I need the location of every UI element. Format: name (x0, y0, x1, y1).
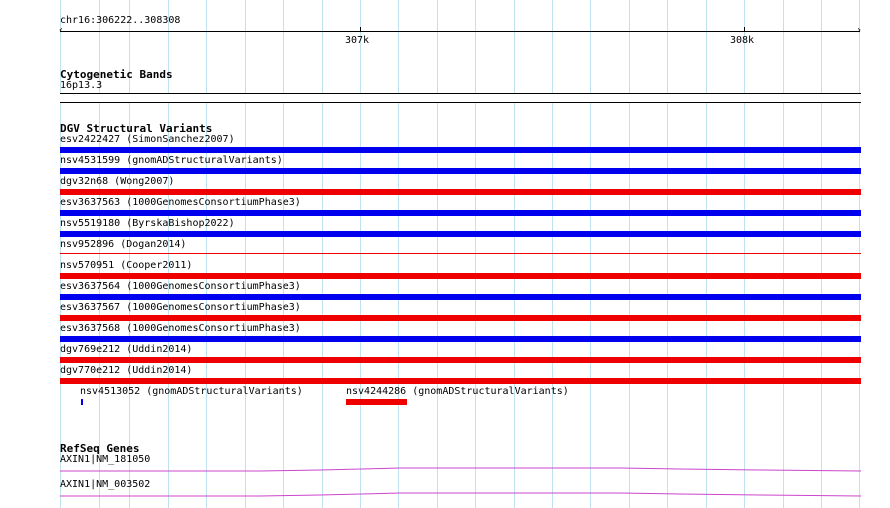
ruler-arrow-right: › (856, 25, 863, 36)
grid-line (514, 0, 515, 508)
grid-line (360, 0, 361, 508)
gene-model[interactable] (60, 489, 861, 499)
variant-label[interactable]: esv2422427 (SimonSanchez2007) (60, 134, 235, 146)
ruler-arrow-left: ‹ (58, 25, 65, 36)
grid-line (667, 0, 668, 508)
variant-label[interactable]: nsv570951 (Cooper2011) (60, 260, 192, 272)
variant-bar[interactable] (60, 189, 861, 195)
ruler-tick-label: 307k (345, 35, 370, 46)
variant-label[interactable]: nsv4531599 (gnomADStructuralVariants) (60, 155, 283, 167)
region-label: chr16:306222..308308 (60, 15, 181, 26)
variant-bar[interactable] (81, 399, 83, 405)
ruler-tick (744, 27, 745, 32)
grid-line (744, 0, 745, 508)
grid-line (437, 0, 438, 508)
variant-bar[interactable] (60, 253, 861, 254)
variant-bar[interactable] (60, 273, 861, 279)
grid-line (322, 0, 323, 508)
variant-label[interactable]: nsv952896 (Dogan2014) (60, 239, 186, 251)
grid-line (629, 0, 630, 508)
gene-line (60, 467, 861, 472)
variant-bar[interactable] (60, 147, 861, 153)
variant-bar[interactable] (60, 231, 861, 237)
grid-line (398, 0, 399, 508)
variant-label[interactable]: esv3637563 (1000GenomesConsortiumPhase3) (60, 197, 301, 209)
gene-model[interactable] (60, 464, 861, 474)
variant-label[interactable]: esv3637564 (1000GenomesConsortiumPhase3) (60, 281, 301, 293)
variant-label[interactable]: esv3637568 (1000GenomesConsortiumPhase3) (60, 323, 301, 335)
ruler-tick (360, 27, 361, 32)
grid-line (475, 0, 476, 508)
cytoband-label[interactable]: 16p13.3 (60, 80, 102, 92)
grid-line (552, 0, 553, 508)
variant-bar[interactable] (60, 210, 861, 216)
variant-bar[interactable] (60, 336, 861, 342)
variant-label[interactable]: esv3637567 (1000GenomesConsortiumPhase3) (60, 302, 301, 314)
variant-label[interactable]: dgv32n68 (Wong2007) (60, 176, 174, 188)
grid-line (245, 0, 246, 508)
variant-bar[interactable] (60, 357, 861, 363)
grid-line (590, 0, 591, 508)
variant-label[interactable]: dgv770e212 (Uddin2014) (60, 365, 192, 377)
grid-line (783, 0, 784, 508)
variant-bar[interactable] (60, 168, 861, 174)
variant-bar[interactable] (60, 294, 861, 300)
variant-label[interactable]: nsv5519180 (ByrskaBishop2022) (60, 218, 235, 230)
ruler-tick-label: 308k (730, 35, 755, 46)
grid-line (206, 0, 207, 508)
variant-bar[interactable] (346, 399, 407, 405)
grid-line (283, 0, 284, 508)
variant-label[interactable]: dgv769e212 (Uddin2014) (60, 344, 192, 356)
grid-line (859, 0, 860, 508)
variant-label[interactable]: nsv4513052 (gnomADStructuralVariants) (80, 386, 303, 398)
gene-line (60, 492, 861, 497)
variant-bar[interactable] (60, 378, 861, 384)
grid-line (706, 0, 707, 508)
variant-bar[interactable] (60, 315, 861, 321)
ruler-line[interactable] (60, 31, 860, 32)
grid-line (821, 0, 822, 508)
cytoband-bar[interactable] (60, 93, 861, 103)
variant-label[interactable]: nsv4244286 (gnomADStructuralVariants) (346, 386, 569, 398)
